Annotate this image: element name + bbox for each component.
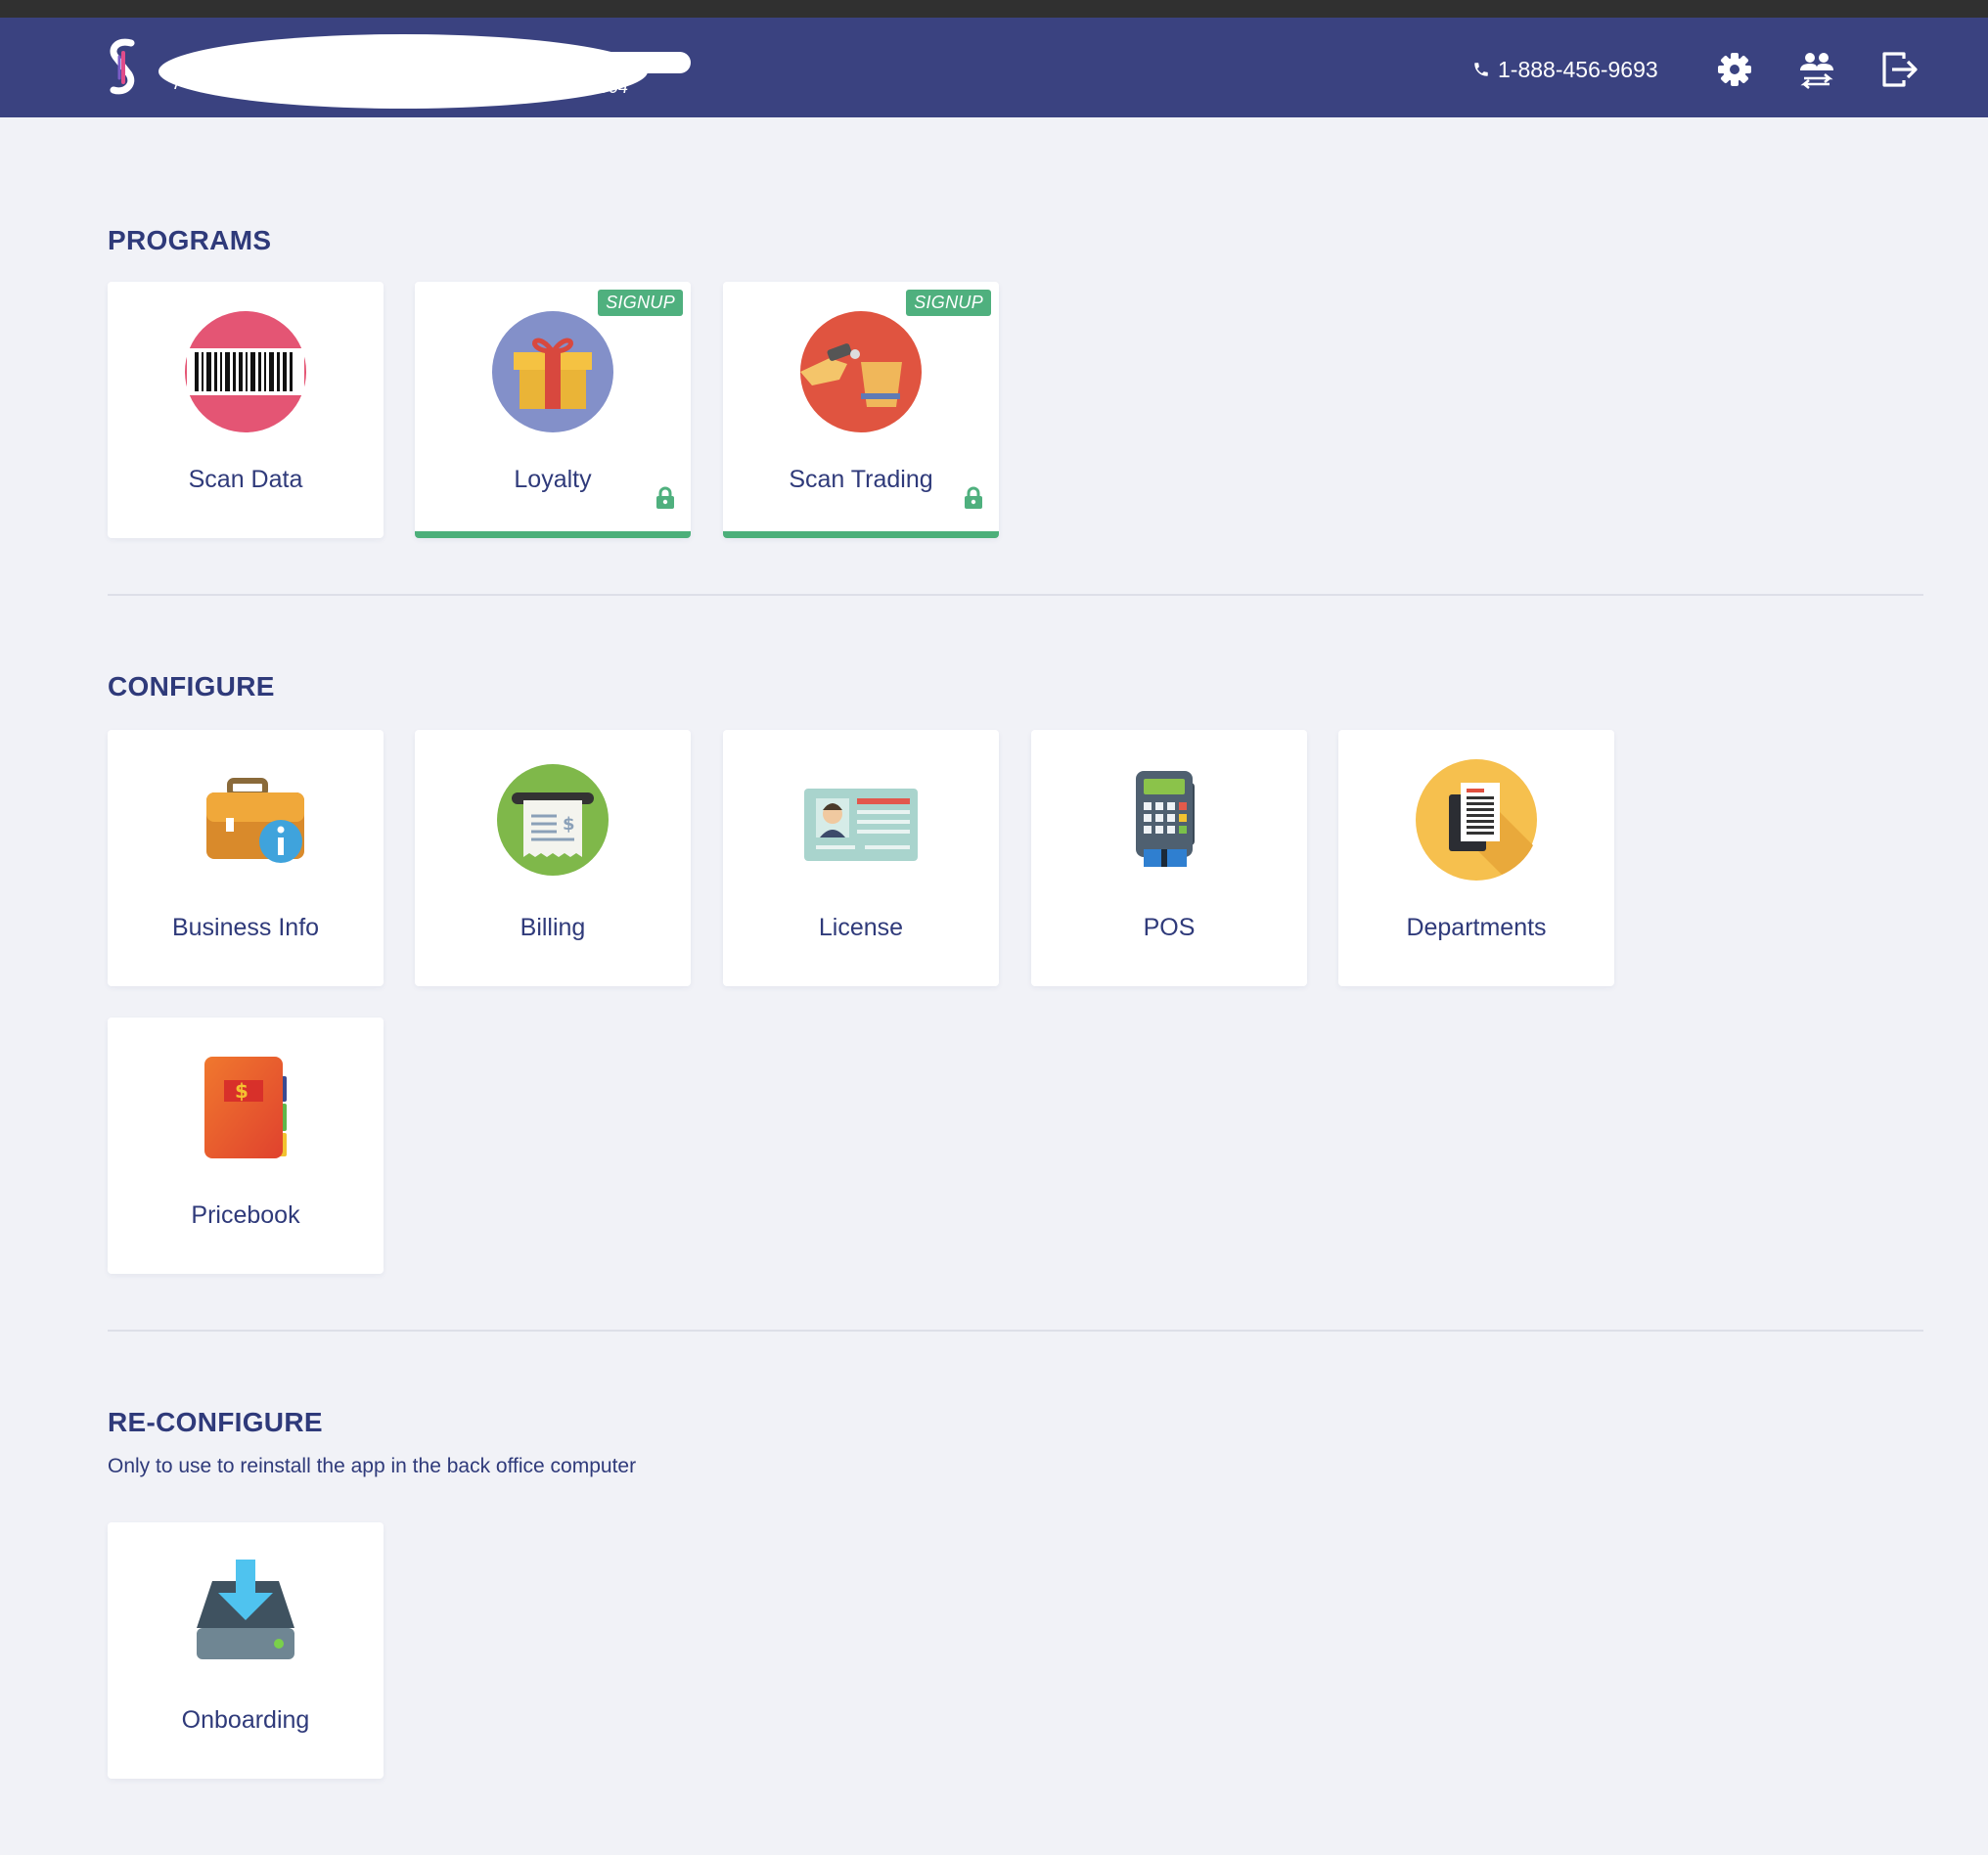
logout-icon[interactable] xyxy=(1878,49,1920,90)
card-license[interactable]: License xyxy=(723,730,999,986)
settings-icon[interactable] xyxy=(1714,49,1755,90)
card-label: Departments xyxy=(1406,914,1547,941)
pos-terminal-icon xyxy=(1108,759,1230,881)
briefcase-info-icon xyxy=(185,759,306,881)
card-label: License xyxy=(818,914,904,941)
card-label: Billing xyxy=(520,914,586,941)
section-title-programs: PROGRAMS xyxy=(108,225,272,255)
card-departments[interactable]: Departments xyxy=(1338,730,1614,986)
svg-text:$: $ xyxy=(235,1079,248,1103)
section-title-configure: CONFIGURE xyxy=(108,671,275,701)
card-label: Scan Data xyxy=(188,466,303,493)
card-billing[interactable]: $ Billing xyxy=(415,730,691,986)
card-business-info[interactable]: Business Info xyxy=(108,730,384,986)
card-label: Pricebook xyxy=(191,1201,300,1229)
documents-icon xyxy=(1416,759,1537,881)
section-title-reconfigure: RE-CONFIGURE xyxy=(108,1407,323,1437)
app-header: 7 3004 1-888-456-9693 xyxy=(0,18,1988,117)
card-label: Business Info xyxy=(171,914,320,941)
pricebook-icon: $ xyxy=(185,1047,306,1168)
phone-number: 1-888-456-9693 xyxy=(1498,56,1658,82)
card-pos[interactable]: POS xyxy=(1031,730,1307,986)
switch-users-icon[interactable] xyxy=(1796,49,1837,90)
id-card-icon xyxy=(800,759,922,881)
browser-top-strip xyxy=(0,0,1988,18)
card-loyalty[interactable]: SIGNUP Loyalty xyxy=(415,282,691,538)
lock-icon xyxy=(965,486,982,509)
card-scan-trading[interactable]: SIGNUP Scan Trading xyxy=(723,282,999,538)
app-logo[interactable] xyxy=(104,37,143,98)
download-drive-icon xyxy=(185,1552,306,1673)
gift-icon xyxy=(492,311,613,432)
section-divider xyxy=(108,594,1923,596)
card-label: Scan Trading xyxy=(789,466,933,493)
card-pricebook[interactable]: $ Pricebook xyxy=(108,1018,384,1274)
scan-trading-icon xyxy=(800,311,922,432)
receipt-icon: $ xyxy=(492,759,613,881)
barcode-icon xyxy=(185,311,306,432)
phone-icon xyxy=(1474,63,1488,76)
card-scan-data[interactable]: Scan Data xyxy=(108,282,384,538)
card-onboarding[interactable]: Onboarding xyxy=(108,1522,384,1779)
lock-icon xyxy=(656,486,674,509)
support-phone[interactable]: 1-888-456-9693 xyxy=(1472,55,1658,84)
section-divider xyxy=(108,1330,1923,1332)
section-subtitle-reconfigure: Only to use to reinstall the app in the … xyxy=(108,1455,637,1477)
card-label: Onboarding xyxy=(181,1706,310,1734)
card-label: Loyalty xyxy=(514,466,592,493)
redacted-business-name: 7 3004 xyxy=(158,34,691,109)
svg-text:$: $ xyxy=(563,814,575,835)
card-label: POS xyxy=(1143,914,1196,941)
